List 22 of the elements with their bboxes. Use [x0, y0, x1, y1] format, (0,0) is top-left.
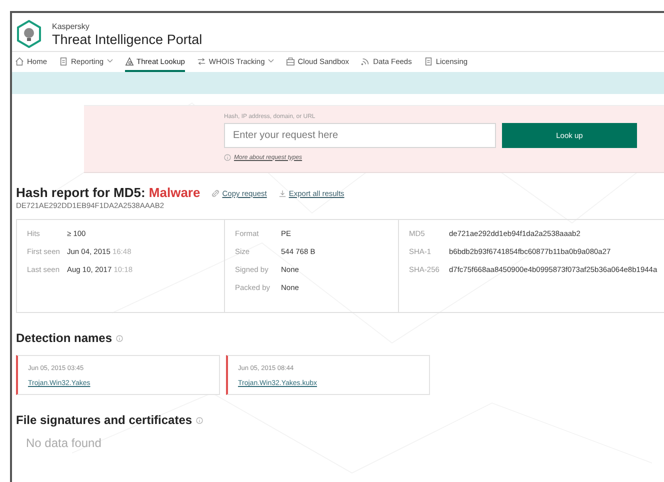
link-icon — [212, 190, 220, 197]
nav-icon — [59, 56, 68, 66]
search-field[interactable]: Enter your request here — [224, 123, 496, 148]
section-title: File signatures and certificates — [16, 413, 192, 427]
portal-title: Threat Intelligence Portal — [52, 32, 202, 46]
info-icon — [116, 334, 124, 342]
caret-icon — [268, 59, 274, 63]
empty-message: No data found — [26, 436, 102, 450]
nav-icon — [424, 56, 433, 66]
logo-icon — [16, 20, 42, 48]
download-icon — [278, 190, 286, 197]
nav-icon — [15, 56, 24, 66]
info-icon — [196, 416, 204, 424]
nav-icon — [124, 56, 134, 66]
brand-name: Kaspersky — [52, 22, 90, 30]
nav-icon — [361, 56, 370, 66]
info-icon — [224, 154, 231, 161]
report-title: Hash report for MD5: Malware — [16, 185, 200, 200]
section-title: Detection names — [16, 331, 112, 345]
caret-icon — [106, 59, 113, 63]
nav-icon — [286, 56, 295, 66]
nav-icon — [196, 56, 206, 66]
